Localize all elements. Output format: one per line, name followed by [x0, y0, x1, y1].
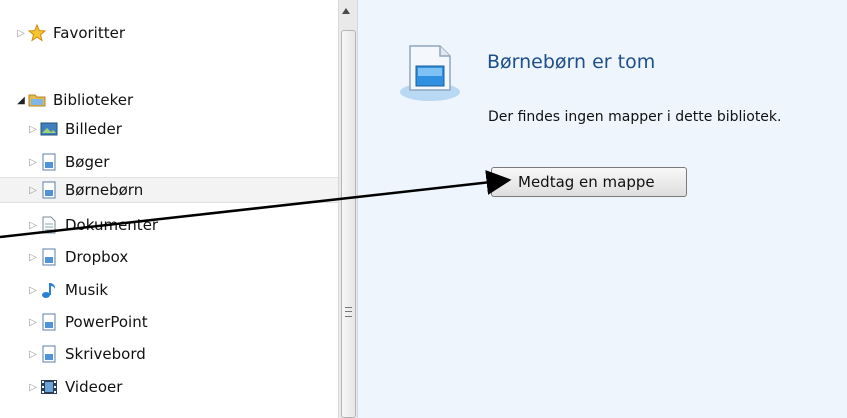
- annotation-arrow-icon: [0, 170, 512, 239]
